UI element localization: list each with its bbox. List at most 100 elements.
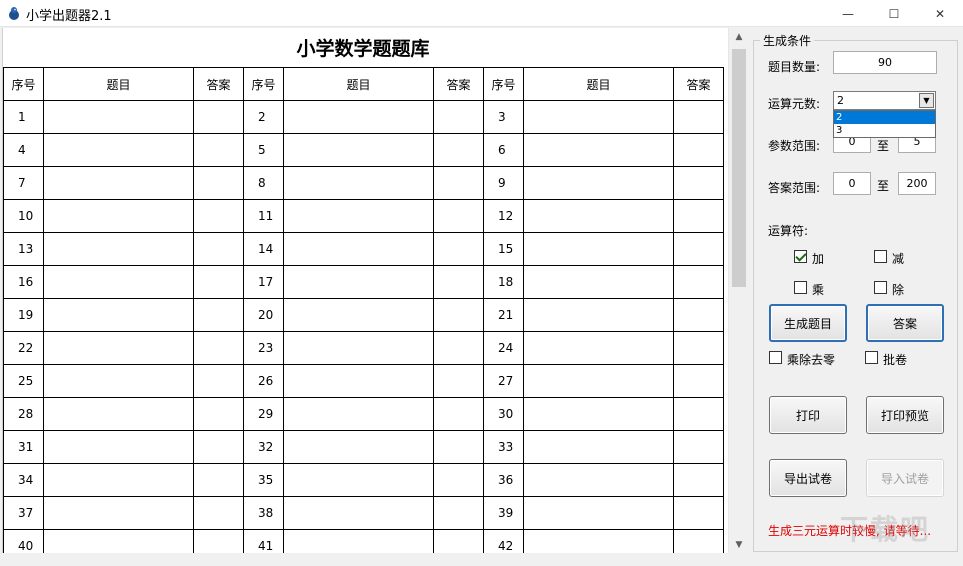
dropdown-option[interactable]: 3 <box>834 124 935 137</box>
question-cell[interactable] <box>523 331 674 365</box>
subtract-checkbox[interactable] <box>874 250 887 263</box>
question-cell[interactable] <box>43 166 194 200</box>
question-cell[interactable] <box>283 463 434 497</box>
question-cell[interactable] <box>523 166 674 200</box>
answer-cell[interactable] <box>673 397 724 431</box>
generate-questions-button[interactable]: 生成题目 <box>769 304 847 342</box>
answer-cell[interactable] <box>433 199 484 233</box>
maximize-button[interactable]: ☐ <box>871 0 917 27</box>
question-cell[interactable] <box>43 364 194 398</box>
question-cell[interactable] <box>523 364 674 398</box>
answer-cell[interactable] <box>673 430 724 464</box>
answer-cell[interactable] <box>673 331 724 365</box>
question-cell[interactable] <box>283 331 434 365</box>
question-cell[interactable] <box>523 430 674 464</box>
answer-cell[interactable] <box>193 265 244 299</box>
question-cell[interactable] <box>523 397 674 431</box>
answer-cell[interactable] <box>193 100 244 134</box>
remove-zero-checkbox[interactable] <box>769 351 782 364</box>
vertical-scrollbar[interactable]: ▲ ▼ <box>728 28 747 553</box>
answer-cell[interactable] <box>433 100 484 134</box>
question-cell[interactable] <box>283 430 434 464</box>
answer-cell[interactable] <box>673 100 724 134</box>
question-cell[interactable] <box>43 265 194 299</box>
minimize-button[interactable]: — <box>825 0 871 27</box>
answer-cell[interactable] <box>673 265 724 299</box>
question-cell[interactable] <box>283 529 434 553</box>
question-cell[interactable] <box>283 232 434 266</box>
answer-cell[interactable] <box>673 232 724 266</box>
answer-cell[interactable] <box>193 232 244 266</box>
answer-cell[interactable] <box>193 463 244 497</box>
answer-cell[interactable] <box>673 133 724 167</box>
question-cell[interactable] <box>283 199 434 233</box>
question-cell[interactable] <box>523 463 674 497</box>
answer-cell[interactable] <box>193 133 244 167</box>
answer-cell[interactable] <box>193 298 244 332</box>
question-cell[interactable] <box>43 100 194 134</box>
print-preview-button[interactable]: 打印预览 <box>866 396 944 434</box>
print-button[interactable]: 打印 <box>769 396 847 434</box>
answer-cell[interactable] <box>673 298 724 332</box>
question-cell[interactable] <box>523 199 674 233</box>
question-count-input[interactable]: 90 <box>833 51 937 74</box>
question-cell[interactable] <box>43 397 194 431</box>
answer-min-input[interactable]: 0 <box>833 172 871 195</box>
answer-cell[interactable] <box>433 463 484 497</box>
answer-cell[interactable] <box>673 199 724 233</box>
question-cell[interactable] <box>523 496 674 530</box>
answer-cell[interactable] <box>433 331 484 365</box>
export-paper-button[interactable]: 导出试卷 <box>769 459 847 497</box>
answer-cell[interactable] <box>433 529 484 553</box>
answer-cell[interactable] <box>673 463 724 497</box>
answer-cell[interactable] <box>673 364 724 398</box>
answer-cell[interactable] <box>673 496 724 530</box>
answer-cell[interactable] <box>193 199 244 233</box>
scroll-down-arrow-icon[interactable]: ▼ <box>729 536 747 553</box>
answer-cell[interactable] <box>433 364 484 398</box>
question-cell[interactable] <box>283 133 434 167</box>
answer-cell[interactable] <box>433 397 484 431</box>
answer-max-input[interactable]: 200 <box>898 172 936 195</box>
question-cell[interactable] <box>523 232 674 266</box>
answer-cell[interactable] <box>433 496 484 530</box>
question-cell[interactable] <box>43 298 194 332</box>
answer-cell[interactable] <box>433 430 484 464</box>
close-button[interactable]: ✕ <box>917 0 963 27</box>
answer-cell[interactable] <box>193 496 244 530</box>
question-cell[interactable] <box>283 496 434 530</box>
answer-cell[interactable] <box>433 232 484 266</box>
question-cell[interactable] <box>523 298 674 332</box>
question-cell[interactable] <box>43 463 194 497</box>
question-cell[interactable] <box>523 100 674 134</box>
answer-cell[interactable] <box>193 430 244 464</box>
question-cell[interactable] <box>283 298 434 332</box>
question-cell[interactable] <box>283 166 434 200</box>
question-cell[interactable] <box>283 397 434 431</box>
question-cell[interactable] <box>43 529 194 553</box>
answer-cell[interactable] <box>433 298 484 332</box>
answer-cell[interactable] <box>433 166 484 200</box>
question-cell[interactable] <box>283 364 434 398</box>
add-checkbox[interactable] <box>794 250 807 263</box>
scroll-up-arrow-icon[interactable]: ▲ <box>729 28 747 45</box>
multiply-checkbox[interactable] <box>794 281 807 294</box>
answer-button[interactable]: 答案 <box>866 304 944 342</box>
answer-cell[interactable] <box>193 364 244 398</box>
scrollbar-thumb[interactable] <box>732 49 746 287</box>
grade-checkbox[interactable] <box>865 351 878 364</box>
answer-cell[interactable] <box>673 166 724 200</box>
question-cell[interactable] <box>523 133 674 167</box>
answer-cell[interactable] <box>193 397 244 431</box>
chevron-down-icon[interactable]: ▼ <box>919 93 934 108</box>
answer-cell[interactable] <box>193 529 244 553</box>
question-cell[interactable] <box>43 133 194 167</box>
question-cell[interactable] <box>283 265 434 299</box>
question-cell[interactable] <box>523 529 674 553</box>
question-cell[interactable] <box>283 100 434 134</box>
import-paper-button[interactable]: 导入试卷 <box>866 459 944 497</box>
question-cell[interactable] <box>523 265 674 299</box>
question-cell[interactable] <box>43 496 194 530</box>
question-cell[interactable] <box>43 331 194 365</box>
question-cell[interactable] <box>43 430 194 464</box>
